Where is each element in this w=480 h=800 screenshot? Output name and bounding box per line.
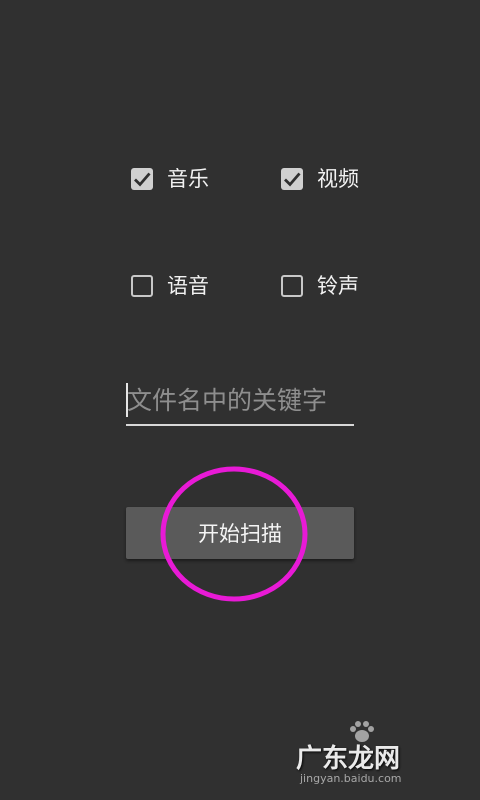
checkbox-unchecked-icon [281, 275, 303, 297]
checkbox-checked-icon [281, 168, 303, 190]
keyword-input-placeholder: 文件名中的关键字 [127, 386, 328, 415]
scan-settings-screen: 音乐 视频 语音 铃声 文件名中的关键字 开始扫描 广东龙网 jingyan.b… [0, 0, 480, 800]
checkbox-ringtone[interactable]: 铃声 [281, 273, 359, 299]
watermark-url: jingyan.baidu.com [300, 772, 402, 785]
start-scan-button[interactable]: 开始扫描 [126, 507, 354, 559]
checkbox-voice-label: 语音 [167, 274, 209, 298]
checkbox-ringtone-label: 铃声 [317, 274, 359, 298]
checkbox-checked-icon [131, 168, 153, 190]
checkbox-video[interactable]: 视频 [281, 166, 359, 192]
keyword-input[interactable]: 文件名中的关键字 [126, 380, 354, 426]
paw-icon [350, 721, 374, 742]
checkbox-voice[interactable]: 语音 [131, 273, 209, 299]
watermark-brand: 广东龙网 [296, 744, 401, 774]
checkbox-music-label: 音乐 [167, 167, 209, 191]
checkbox-video-label: 视频 [317, 167, 359, 191]
watermark: 广东龙网 jingyan.baidu.com [296, 720, 466, 790]
checkbox-music[interactable]: 音乐 [131, 166, 209, 192]
checkbox-unchecked-icon [131, 275, 153, 297]
